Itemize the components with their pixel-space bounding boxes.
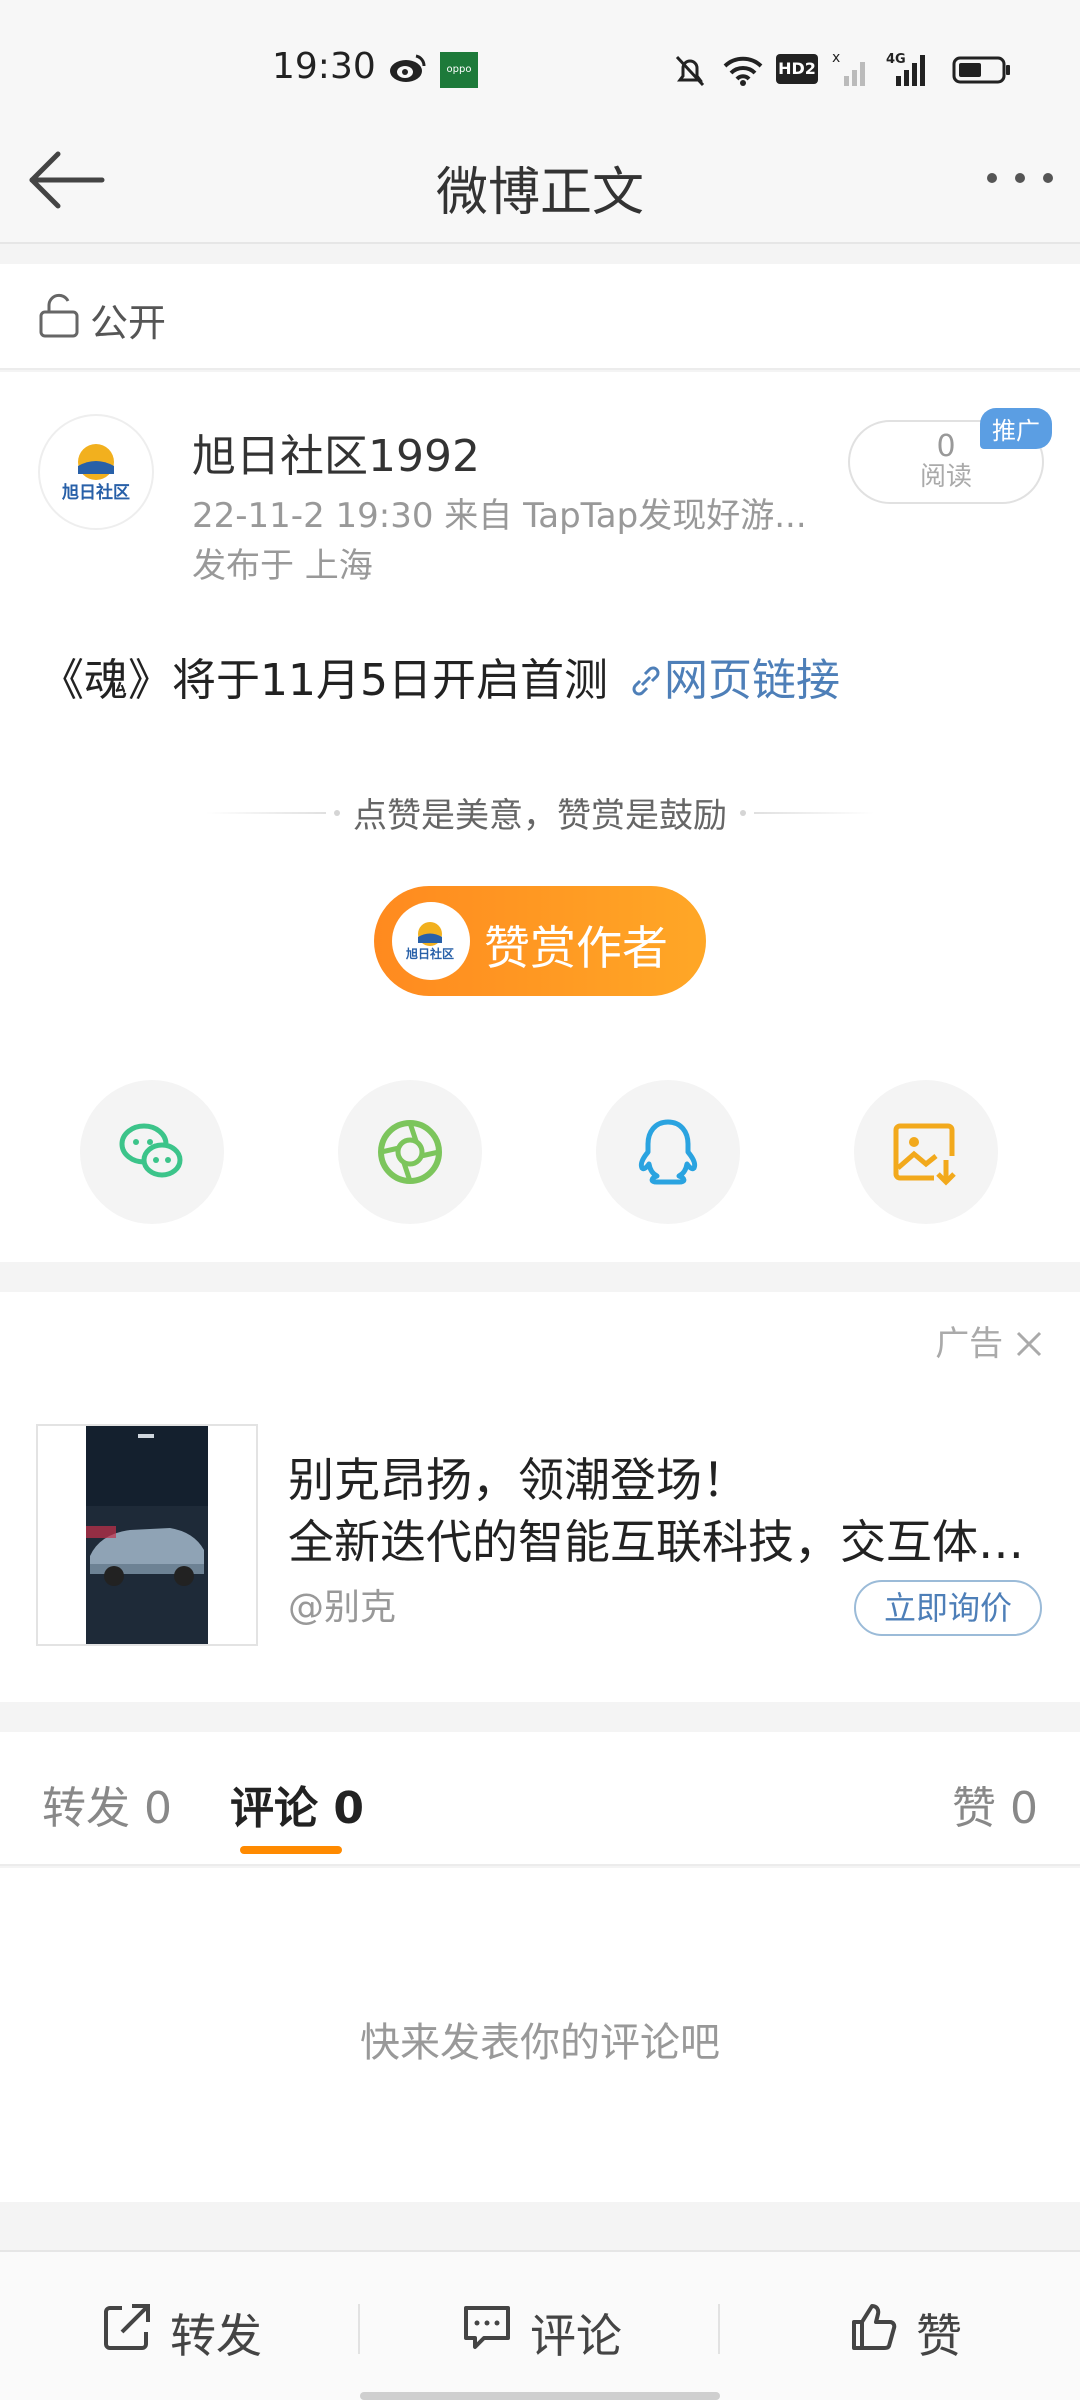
comments-area: 快来发表你的评论吧	[0, 1868, 1080, 2202]
qq-icon	[638, 1119, 698, 1185]
wechat-icon	[119, 1123, 183, 1178]
tab-repost[interactable]: 转发 0	[42, 1772, 172, 1836]
more-options-button[interactable]	[982, 162, 1058, 194]
visibility-row: 公开	[0, 264, 1080, 370]
comment-label: 评论	[530, 2309, 622, 2363]
reward-avatar: 旭日社区	[392, 902, 470, 980]
post-meta: 22-11-2 19:30 来自 TapTap发现好游...	[192, 496, 807, 536]
hd2-icon: HD2	[776, 54, 818, 84]
tab-comments[interactable]: 评论 0	[230, 1772, 364, 1836]
ad-body: 全新迭代的智能互联科技，交互体验焕然一新	[288, 1515, 1048, 1569]
ad-cta-button[interactable]: 立即询价	[854, 1580, 1042, 1636]
save-image-button[interactable]	[854, 1080, 998, 1224]
svg-text:旭日社区: 旭日社区	[61, 482, 130, 503]
link-icon	[632, 666, 660, 696]
tip-divider-right	[754, 811, 875, 814]
battery-icon	[952, 56, 1010, 84]
like-label: 赞	[916, 2309, 962, 2363]
signal-empty-icon: x	[832, 50, 865, 86]
moments-icon	[378, 1120, 442, 1184]
avatar[interactable]: 旭日社区	[38, 414, 154, 530]
share-moments-button[interactable]	[338, 1080, 482, 1224]
nav-bar: 微博正文	[0, 112, 1080, 244]
reward-tip-text: 点赞是美意，赞赏是鼓励	[353, 796, 727, 836]
active-tab-indicator	[240, 1846, 342, 1854]
svg-text:4G: 4G	[886, 52, 906, 67]
page-title: 微博正文	[435, 163, 644, 223]
promo-badge[interactable]: 推广	[980, 408, 1052, 449]
reward-author-button[interactable]: 旭日社区 赞赏作者	[374, 886, 706, 996]
share-out-icon	[104, 2304, 150, 2350]
visibility-label: 公开	[90, 301, 167, 345]
post-text: 《魂》将于11月5日开启首测 网页链接	[40, 644, 840, 708]
tip-divider-left	[205, 811, 326, 814]
author-name[interactable]: 旭日社区1992	[192, 420, 480, 484]
svg-text:旭日社区: 旭日社区	[405, 946, 454, 961]
car-ad-image	[86, 1426, 208, 1644]
divider	[358, 2304, 360, 2354]
signal-4g-icon: 4G	[886, 52, 925, 86]
post-body-text: 《魂》将于11月5日开启首测	[40, 655, 622, 706]
tip-dot-right	[740, 809, 747, 816]
weibo-icon	[390, 54, 426, 82]
status-time: 19:30	[272, 46, 376, 87]
feedback-tabs: 转发 0 评论 0 赞 0	[0, 1732, 1080, 1866]
wifi-icon	[723, 56, 763, 86]
ad-tag-label: 广告	[935, 1324, 1004, 1364]
save-image-icon	[893, 1123, 956, 1186]
reward-tip: 点赞是美意，赞赏是鼓励	[0, 788, 1080, 837]
repost-label: 转发	[170, 2309, 262, 2363]
reward-author-label: 赞赏作者	[484, 921, 668, 975]
web-link[interactable]: 网页链接	[622, 655, 840, 706]
bottom-action-bar: 转发 评论 赞	[0, 2250, 1080, 2400]
post-card: 旭日社区 旭日社区1992 22-11-2 19:30 来自 TapTap发现好…	[0, 372, 1080, 1262]
tab-likes[interactable]: 赞 0	[952, 1772, 1038, 1836]
home-indicator[interactable]	[360, 2392, 720, 2400]
divider	[718, 2304, 720, 2354]
thumbs-up-icon	[852, 2304, 897, 2350]
ad-card[interactable]: 广告 别克昂扬，领潮登场！ 全新迭代的智能互联科技，交互体验焕然一新 @别克 立…	[0, 1292, 1080, 1702]
bell-off-icon	[675, 55, 705, 87]
svg-text:x: x	[832, 50, 840, 66]
close-icon[interactable]	[1014, 1329, 1044, 1359]
ad-tag[interactable]: 广告	[935, 1316, 1044, 1365]
ad-image[interactable]	[36, 1424, 258, 1646]
share-qq-button[interactable]	[596, 1080, 740, 1224]
ad-headline: 别克昂扬，领潮登场！	[288, 1453, 748, 1507]
avatar-logo-icon: 旭日社区	[61, 444, 130, 503]
empty-comments-text: 快来发表你的评论吧	[360, 2020, 720, 2066]
ad-account[interactable]: @别克	[288, 1578, 396, 1630]
comment-icon	[464, 2306, 510, 2349]
web-link-label: 网页链接	[663, 655, 840, 706]
oppo-icon: oppo	[440, 52, 478, 88]
share-wechat-button[interactable]	[80, 1080, 224, 1224]
unlock-icon	[39, 293, 79, 338]
post-location: 发布于 上海	[192, 546, 373, 586]
tip-dot-left	[333, 809, 340, 816]
read-label: 阅读	[919, 462, 972, 492]
avatar-logo-icon: 旭日社区	[405, 922, 454, 961]
